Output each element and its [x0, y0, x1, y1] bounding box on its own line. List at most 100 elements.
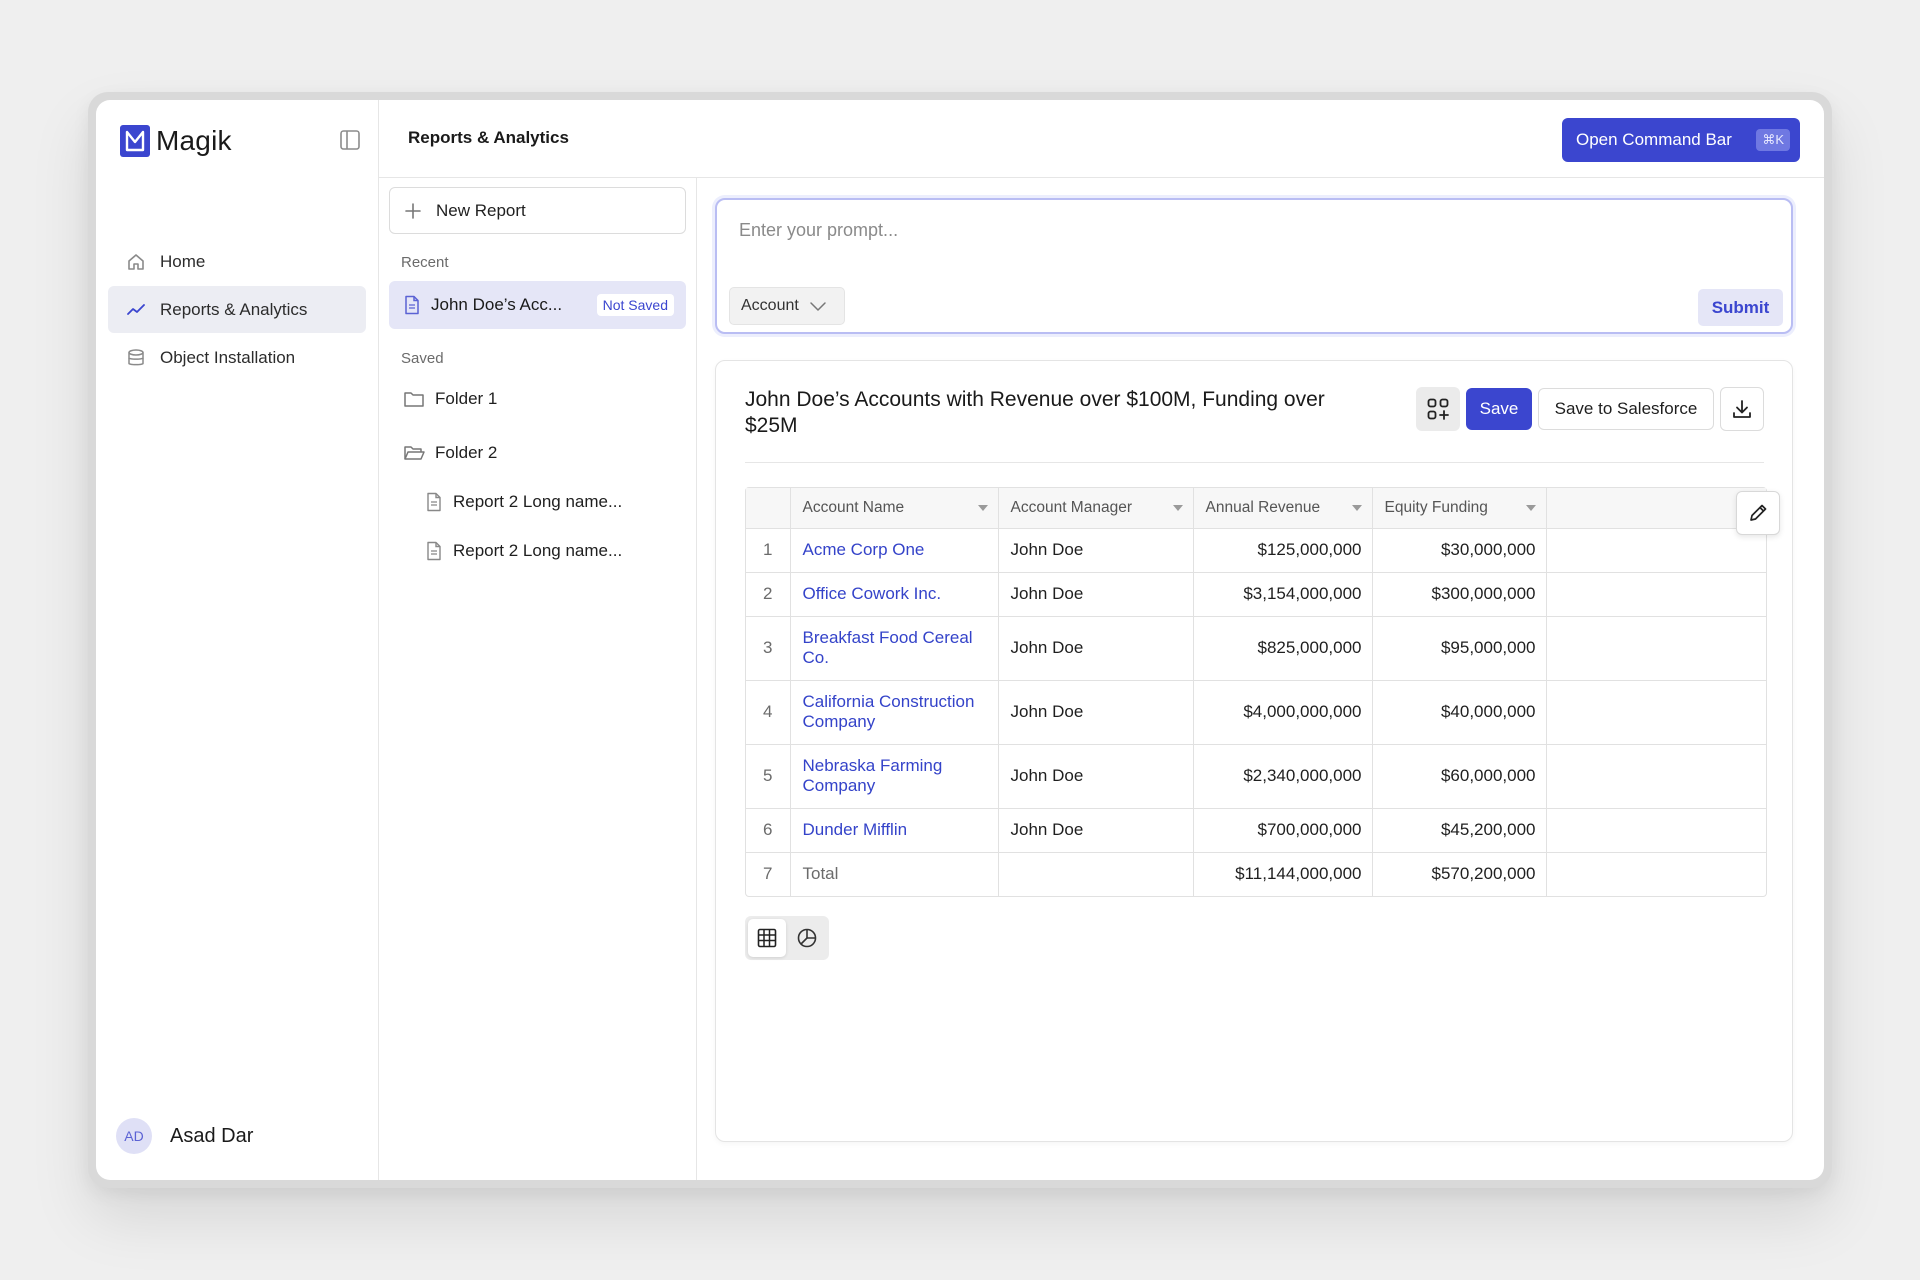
- column-header-annual-revenue[interactable]: Annual Revenue: [1193, 488, 1373, 529]
- reports-panel: New Report Recent John Doe’s Acc... Not …: [379, 178, 697, 1180]
- column-header-label: Equity Funding: [1384, 498, 1488, 516]
- column-header-account-name[interactable]: Account Name: [790, 488, 999, 529]
- folder-name: Folder 1: [435, 389, 498, 408]
- empty-cell: [1546, 680, 1766, 745]
- annual-revenue-cell: $4,000,000,000: [1193, 680, 1373, 745]
- empty-cell: [1546, 744, 1766, 809]
- row-index: 4: [746, 680, 791, 745]
- sort-caret-icon[interactable]: [1525, 504, 1536, 511]
- sidebar-item-label: Reports & Analytics: [160, 299, 308, 319]
- equity-funding-cell: $300,000,000: [1372, 572, 1547, 617]
- index-header: [746, 488, 791, 529]
- table-row: 4 California Construction Company John D…: [746, 680, 1766, 745]
- table-grid-icon: [757, 928, 777, 948]
- brand[interactable]: Magik: [120, 125, 232, 157]
- folder-item[interactable]: Folder 1: [403, 389, 497, 409]
- keyboard-shortcut-badge: ⌘K: [1756, 129, 1790, 151]
- open-command-bar-button[interactable]: Open Command Bar ⌘K: [1562, 118, 1800, 162]
- equity-funding-cell: $95,000,000: [1372, 616, 1547, 681]
- empty-cell: [1546, 572, 1766, 617]
- table-view-button[interactable]: [748, 919, 786, 957]
- annual-revenue-cell: $700,000,000: [1193, 808, 1373, 853]
- sidebar-item-home[interactable]: Home: [108, 238, 366, 285]
- annual-revenue-cell: $125,000,000: [1193, 528, 1373, 573]
- sidebar-toggle-icon[interactable]: [339, 129, 361, 151]
- report-item[interactable]: Report 2 Long name...: [425, 492, 622, 512]
- annual-revenue-cell: $2,340,000,000: [1193, 744, 1373, 809]
- new-report-button[interactable]: New Report: [389, 187, 686, 234]
- prompt-input[interactable]: [739, 220, 1639, 241]
- edit-table-button[interactable]: [1736, 491, 1780, 535]
- column-header-label: Account Manager: [1010, 498, 1133, 516]
- user-profile[interactable]: AD Asad Dar: [116, 1118, 253, 1154]
- table-row: 5 Nebraska Farming Company John Doe $2,3…: [746, 744, 1766, 809]
- report-card: John Doe’s Accounts with Revenue over $1…: [715, 360, 1793, 1142]
- equity-funding-cell: $45,200,000: [1372, 808, 1547, 853]
- sort-caret-icon[interactable]: [977, 504, 988, 511]
- empty-cell: [998, 852, 1194, 896]
- document-icon: [427, 492, 441, 512]
- document-icon: [427, 541, 441, 561]
- save-button[interactable]: Save: [1466, 388, 1532, 430]
- report-item[interactable]: Report 2 Long name...: [425, 541, 622, 561]
- trend-line-icon: [126, 300, 146, 320]
- total-funding-cell: $570,200,000: [1372, 852, 1547, 896]
- column-header-account-manager[interactable]: Account Manager: [998, 488, 1194, 529]
- row-index: 2: [746, 572, 791, 617]
- annual-revenue-cell: $3,154,000,000: [1193, 572, 1373, 617]
- account-name-link[interactable]: Breakfast Food Cereal Co.: [790, 616, 999, 681]
- view-toggle: [745, 916, 829, 960]
- top-bar: Reports & Analytics Open Command Bar ⌘K: [379, 100, 1824, 178]
- plus-icon: [405, 202, 421, 219]
- pie-chart-icon: [797, 928, 817, 948]
- folder-item[interactable]: Folder 2: [403, 443, 497, 463]
- document-icon: [405, 295, 419, 315]
- not-saved-badge: Not Saved: [596, 294, 674, 316]
- column-header-equity-funding[interactable]: Equity Funding: [1372, 488, 1547, 529]
- column-header-label: Account Name: [802, 498, 905, 516]
- column-header-label: Annual Revenue: [1205, 498, 1321, 516]
- user-name: Asad Dar: [170, 1124, 254, 1147]
- widgets-add-icon: [1427, 398, 1449, 420]
- sidebar: Magik Home Reports & Analytics Object In…: [96, 100, 379, 1180]
- sidebar-item-object-installation[interactable]: Object Installation: [108, 334, 366, 381]
- empty-cell: [1546, 852, 1766, 896]
- account-manager-cell: John Doe: [998, 616, 1194, 681]
- account-name-link[interactable]: Dunder Mifflin: [790, 808, 999, 853]
- row-index: 3: [746, 616, 791, 681]
- empty-cell: [1546, 808, 1766, 853]
- row-index: 7: [746, 852, 791, 896]
- sidebar-nav: Home Reports & Analytics Object Installa…: [108, 238, 366, 382]
- account-name-link[interactable]: Nebraska Farming Company: [790, 744, 999, 809]
- object-select-dropdown[interactable]: Account: [729, 287, 845, 325]
- report-actions: Save Save to Salesforce: [1416, 387, 1764, 431]
- report-name: Report 2 Long name...: [453, 541, 623, 560]
- folder-open-icon: [404, 446, 425, 460]
- equity-funding-cell: $30,000,000: [1372, 528, 1547, 573]
- total-row: 7 Total $11,144,000,000 $570,200,000: [746, 852, 1766, 896]
- recent-section-label: Recent: [401, 254, 449, 271]
- sidebar-item-label: Home: [160, 251, 206, 271]
- empty-cell: [1546, 528, 1766, 573]
- sidebar-item-reports[interactable]: Reports & Analytics: [108, 286, 366, 333]
- account-name-link[interactable]: Office Cowork Inc.: [790, 572, 999, 617]
- chart-view-button[interactable]: [788, 919, 826, 957]
- recent-report-item[interactable]: John Doe’s Acc... Not Saved: [389, 281, 686, 329]
- new-report-label: New Report: [436, 200, 526, 220]
- download-button[interactable]: [1720, 387, 1764, 431]
- account-name-link[interactable]: Acme Corp One: [790, 528, 999, 573]
- table-header-row: Account Name Account Manager Annual Reve…: [746, 488, 1766, 529]
- sort-caret-icon[interactable]: [1172, 504, 1183, 511]
- save-to-salesforce-button[interactable]: Save to Salesforce: [1538, 388, 1714, 430]
- sidebar-item-label: Object Installation: [160, 347, 296, 367]
- database-icon: [126, 348, 146, 368]
- account-name-link[interactable]: California Construction Company: [790, 680, 999, 745]
- account-manager-cell: John Doe: [998, 680, 1194, 745]
- folder-icon: [404, 392, 424, 407]
- sort-caret-icon[interactable]: [1351, 504, 1362, 511]
- submit-button[interactable]: Submit: [1698, 289, 1783, 326]
- add-widget-button[interactable]: [1416, 387, 1460, 431]
- row-index: 1: [746, 528, 791, 573]
- annual-revenue-cell: $825,000,000: [1193, 616, 1373, 681]
- saved-section-label: Saved: [401, 350, 444, 367]
